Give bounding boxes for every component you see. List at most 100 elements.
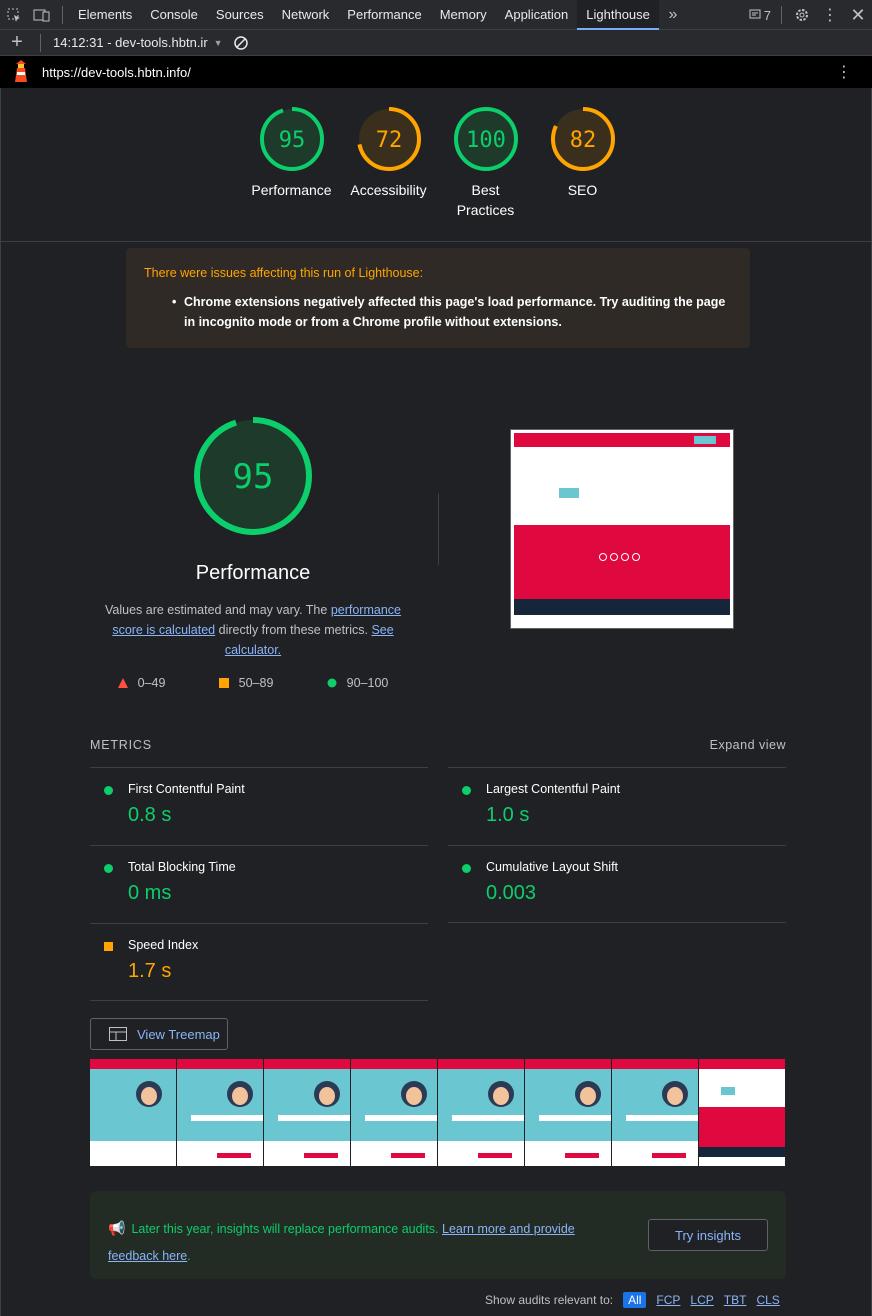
report-url-bar: https://dev-tools.hbtn.info/ ⋮	[0, 56, 872, 88]
metric-value: 0 ms	[128, 882, 172, 904]
expand-view-toggle[interactable]: Expand view	[710, 738, 786, 752]
metric-fcp: First Contentful Paint 0.8 s	[90, 767, 428, 845]
try-insights-button[interactable]: Try insights	[648, 1219, 768, 1251]
insights-end: .	[187, 1249, 191, 1263]
view-treemap-label: View Treemap	[137, 1026, 220, 1042]
metric-lcp: Largest Contentful Paint 1.0 s	[448, 767, 786, 845]
legend-poor-label: 0–49	[137, 676, 166, 690]
score-legend: 0–49 50–89 90–100	[91, 676, 415, 690]
filmstrip-frame	[351, 1059, 438, 1166]
filter-lcp[interactable]: LCP	[690, 1293, 713, 1307]
audit-filter: Show audits relevant to: All FCP LCP TBT…	[485, 1292, 780, 1308]
settings-gear-icon[interactable]	[788, 0, 816, 30]
view-treemap-button[interactable]: View Treemap	[90, 1018, 228, 1050]
filmstrip	[90, 1059, 786, 1166]
desc-text-middle: directly from these metrics.	[215, 623, 372, 637]
treemap-icon	[109, 1027, 127, 1041]
gauge-ring: 100	[453, 107, 518, 171]
report-url[interactable]: https://dev-tools.hbtn.info/	[42, 65, 191, 80]
device-toolbar-icon[interactable]	[28, 0, 56, 30]
clear-all-icon[interactable]	[227, 28, 255, 58]
metric-value: 0.003	[486, 882, 537, 904]
performance-gauge-ring: 95	[194, 417, 312, 535]
run-warning-box: There were issues affecting this run of …	[126, 248, 750, 348]
metric-name: Total Blocking Time	[128, 860, 236, 874]
legend-average-label: 50–89	[238, 676, 274, 690]
tab-elements[interactable]: Elements	[69, 0, 141, 30]
gauge-label: SEO	[567, 182, 598, 198]
gauge-score: 95	[278, 128, 305, 153]
metric-tbt: Total Blocking Time 0 ms	[90, 845, 428, 923]
average-square-icon	[104, 942, 113, 951]
screenshot-nav-button	[694, 436, 716, 444]
tab-performance[interactable]: Performance	[338, 0, 430, 30]
metrics-title: METRICS	[90, 738, 152, 752]
separator	[781, 6, 782, 24]
legend-poor: 0–49	[117, 676, 166, 690]
tab-console[interactable]: Console	[141, 0, 207, 30]
category-gauge[interactable]: 72 Accessibility	[350, 106, 427, 220]
tab-sources[interactable]: Sources	[207, 0, 273, 30]
more-options-icon[interactable]: ⋮	[816, 0, 844, 30]
insights-banner: 📢 Later this year, insights will replace …	[90, 1191, 786, 1279]
filter-all[interactable]: All	[623, 1292, 647, 1308]
devtools-tabbar: Elements Console Sources Network Perform…	[0, 0, 872, 30]
tab-lighthouse[interactable]: Lighthouse	[577, 0, 659, 30]
more-tabs-chevron-icon[interactable]: »	[659, 0, 687, 30]
gauge-score: 82	[569, 128, 596, 153]
metric-name: Cumulative Layout Shift	[486, 860, 619, 874]
circle-icon	[327, 678, 337, 688]
gauge-label: Performance	[251, 182, 332, 198]
category-gauge[interactable]: 95 Performance	[251, 106, 332, 220]
screenshot-social-icons	[599, 553, 643, 563]
metric-cls: Cumulative Layout Shift 0.003	[448, 845, 786, 923]
inspect-element-icon[interactable]	[0, 0, 28, 30]
screenshot-send-button	[559, 488, 579, 498]
gauge-score: 100	[466, 128, 506, 153]
tab-network[interactable]: Network	[273, 0, 339, 30]
tab-memory[interactable]: Memory	[431, 0, 496, 30]
metrics-header: METRICS Expand view	[90, 738, 786, 752]
metric-name: First Contentful Paint	[128, 782, 245, 796]
good-circle-icon	[462, 786, 471, 795]
gauge-score: 72	[375, 128, 402, 153]
filter-tbt[interactable]: TBT	[724, 1293, 747, 1307]
desc-text: Values are estimated and may vary. The	[105, 603, 331, 617]
separator	[62, 5, 63, 24]
filmstrip-frame	[699, 1059, 786, 1166]
close-icon[interactable]: ✕	[844, 0, 872, 30]
divider	[1, 241, 871, 242]
good-circle-icon	[462, 864, 471, 873]
metric-name: Largest Contentful Paint	[486, 782, 621, 796]
gauge-ring: 72	[356, 107, 421, 171]
category-gauge[interactable]: 82 SEO	[550, 106, 615, 220]
metric-value: 1.7 s	[128, 960, 172, 982]
good-circle-icon	[104, 786, 113, 795]
report-menu-icon[interactable]: ⋮	[836, 62, 852, 82]
filter-cls[interactable]: CLS	[756, 1293, 779, 1307]
metric-value: 1.0 s	[486, 804, 530, 826]
legend-good: 90–100	[327, 676, 388, 690]
new-report-plus-icon[interactable]: +	[0, 28, 34, 58]
filter-fcp[interactable]: FCP	[656, 1293, 680, 1307]
issues-icon[interactable]: 7	[745, 0, 775, 30]
insights-message: Later this year, insights will replace p…	[131, 1222, 443, 1236]
square-icon	[218, 678, 229, 688]
triangle-icon	[117, 678, 128, 688]
metric-name: Speed Index	[128, 938, 199, 952]
tab-application[interactable]: Application	[496, 0, 578, 30]
final-screenshot[interactable]	[510, 429, 734, 629]
category-gauge[interactable]: 100 Best Practices	[453, 106, 518, 220]
score-gauges: 95 Performance 72 Accessibility 100 Best Prac…	[1, 106, 872, 220]
filmstrip-frame	[612, 1059, 699, 1166]
legend-average: 50–89	[218, 676, 274, 690]
metric-value: 0.8 s	[128, 804, 172, 826]
megaphone-icon: 📢	[108, 1220, 126, 1236]
report-selector-label: 14:12:31 - dev-tools.hbtn.ir	[53, 35, 208, 50]
performance-big-score: 95	[233, 457, 274, 497]
vertical-divider	[438, 493, 439, 565]
performance-title: Performance	[195, 562, 311, 584]
report-selector[interactable]: 14:12:31 - dev-tools.hbtn.ir ▼	[47, 35, 223, 50]
performance-description: Values are estimated and may vary. The p…	[91, 600, 415, 660]
separator	[40, 33, 41, 52]
